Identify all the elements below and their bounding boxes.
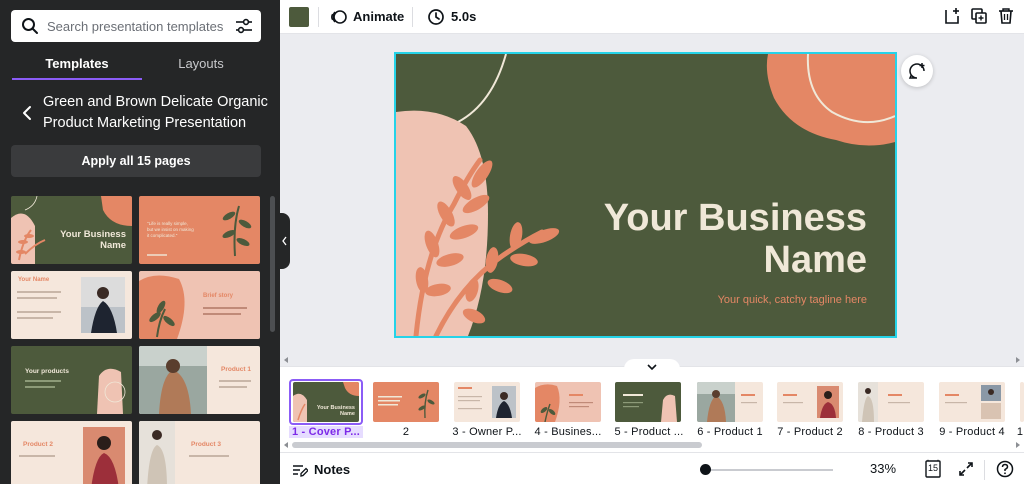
slide-title[interactable]: Your Business Name [547,197,867,281]
page-thumb-9[interactable] [939,382,1005,422]
thumb-heading: Your products [25,368,69,375]
notes-label: Notes [314,462,351,477]
chevron-down-icon [647,364,657,371]
chevron-left-icon[interactable] [18,104,36,122]
page-thumb-8[interactable] [858,382,924,422]
template-thumb-product-2[interactable]: Product 2 [11,421,132,484]
page-label-7: 7 - Product 2 [777,426,843,438]
thumb-heading: Product 1 [221,366,251,373]
page-label-5: 5 - Product ... [614,426,684,438]
pages-button[interactable]: 15 [923,459,943,479]
template-thumb-product-3[interactable]: Product 3 [139,421,260,484]
help-icon[interactable] [996,460,1014,478]
template-thumb-your-name[interactable]: Your Name [11,271,132,339]
collapse-panel-handle[interactable] [279,213,290,269]
tab-layouts[interactable]: Layouts [136,54,266,80]
page-thumb-3[interactable] [454,382,520,422]
panel-scrollbar[interactable] [270,196,275,332]
zoom-slider-track[interactable] [705,469,833,471]
page-thumb-4[interactable] [535,382,601,422]
template-thumb-your-products[interactable]: Your products [11,346,132,414]
trash-icon[interactable] [997,7,1015,25]
duplicate-icon[interactable] [970,7,988,25]
template-thumb-product-1[interactable]: Product 1 [139,346,260,414]
template-thumb-cover[interactable]: Your Business Name [11,196,132,264]
filmstrip-toggle[interactable] [624,359,680,375]
thumb-heading: Product 3 [191,441,221,448]
page-thumb-1[interactable]: Your Business Name [293,382,359,422]
thumb-heading: Product 2 [23,441,53,448]
thumb-heading: Your Name [18,277,50,283]
bottom-divider [984,460,985,480]
templates-panel: Templates Layouts Green and Brown Delica… [0,0,280,484]
search-input[interactable] [47,16,227,36]
page-count: 15 [927,463,938,473]
page-label-6: 6 - Product 1 [697,426,763,438]
page-label-1: 1 - Cover P... [289,426,363,438]
add-comment-button[interactable] [901,55,933,87]
zoom-slider-knob[interactable] [700,464,711,475]
toolbar-divider [318,7,319,27]
page-label-2: 2 [402,426,410,438]
svg-text:Name: Name [340,411,355,417]
zoom-level[interactable]: 33% [870,461,896,476]
template-thumb-brief-story[interactable]: Brief story [139,271,260,339]
animate-icon [331,10,347,24]
page-label-8: 8 - Product 3 [858,426,924,438]
thumb-title: Your Business Name [60,229,126,251]
chevron-left-icon [282,236,287,246]
page-thumb-6[interactable] [697,382,763,422]
apply-all-pages-button[interactable]: Apply all 15 pages [11,145,261,177]
thumb-quote-text: "Life is really simple, but we insist on … [147,221,194,238]
notes-icon [293,465,308,477]
slide-tagline[interactable]: Your quick, catchy tagline here [718,294,867,306]
search-box[interactable] [11,10,261,42]
add-page-icon[interactable] [943,7,961,25]
page-label-10: 1 [1016,426,1024,438]
filter-icon[interactable] [235,17,253,35]
template-thumb-quote[interactable]: "Life is really simple, but we insist on … [139,196,260,264]
page-thumb-10[interactable] [1020,382,1024,422]
page-label-9: 9 - Product 4 [939,426,1005,438]
animate-label: Animate [353,9,405,24]
color-swatch[interactable] [289,7,309,27]
filmstrip-scrollbar[interactable] [280,438,1024,452]
tab-templates[interactable]: Templates [12,54,142,80]
page-thumb-7[interactable] [777,382,843,422]
page-label-3: 3 - Owner P... [452,426,522,438]
toolbar-divider [412,7,413,27]
bottom-bar: Notes 33% 15 [280,452,1024,484]
clock-icon [428,9,444,25]
fullscreen-icon[interactable] [958,461,974,477]
slide-canvas[interactable]: Your Business Name Your quick, catchy ta… [394,52,897,338]
duration-label: 5.0s [451,9,477,24]
page-thumb-5[interactable] [615,382,681,422]
search-icon [22,18,38,34]
page-thumb-2[interactable] [373,382,439,422]
comment-add-icon [908,63,925,79]
template-title: Green and Brown Delicate Organic Product… [43,94,268,131]
page-label-4: 4 - Busines... [534,426,602,438]
top-toolbar: Animate 5.0s [280,0,1024,34]
thumb-heading: Brief story [203,293,234,299]
